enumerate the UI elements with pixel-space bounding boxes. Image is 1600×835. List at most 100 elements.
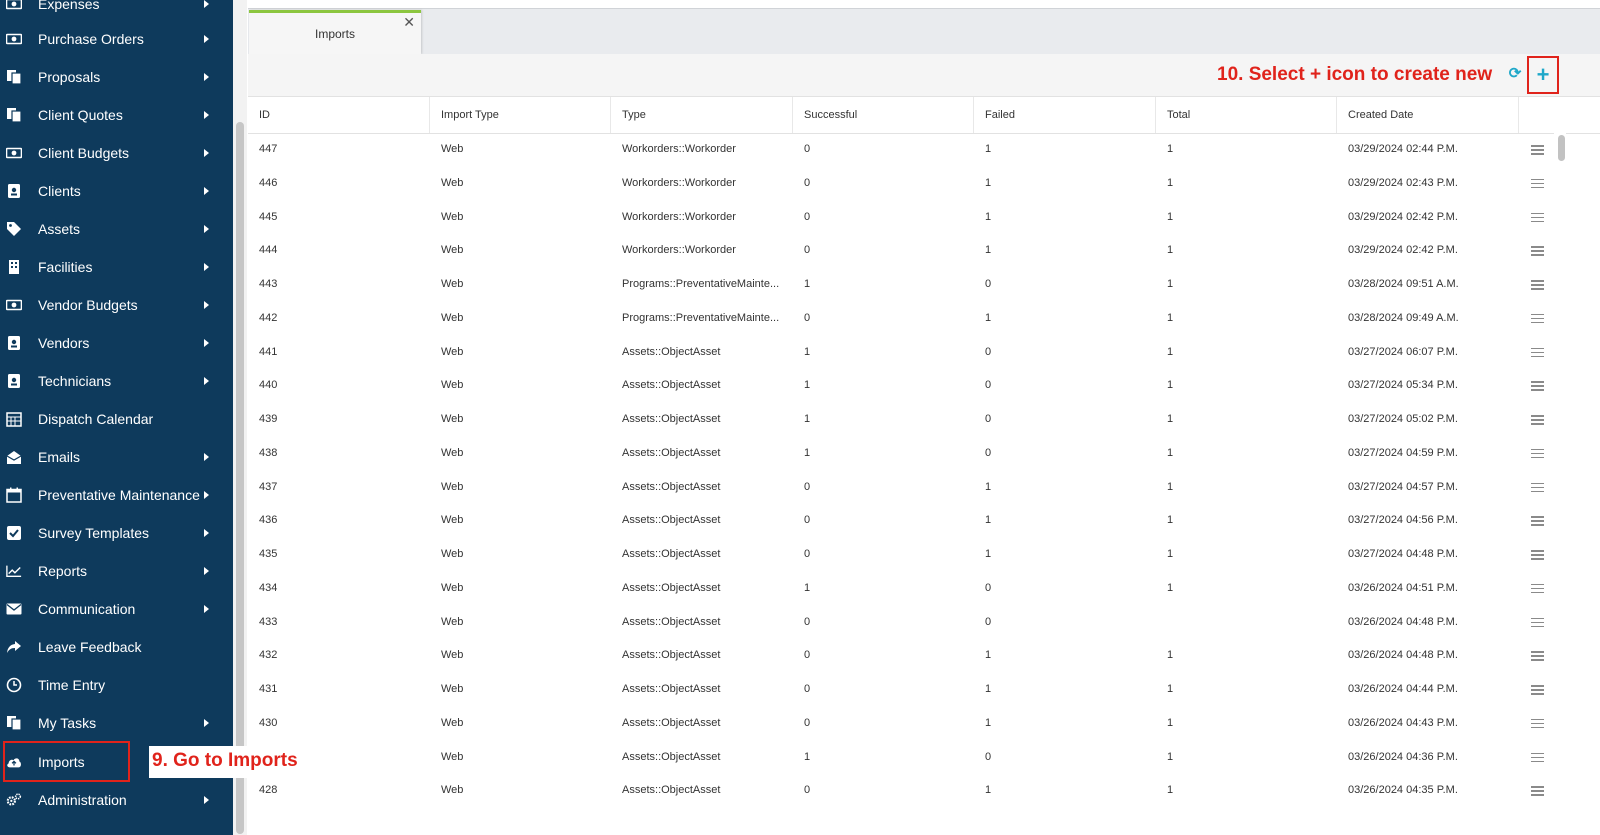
- sidebar-item-my-tasks[interactable]: My Tasks: [0, 704, 233, 742]
- refresh-icon[interactable]: ⟳: [1507, 66, 1523, 82]
- row-menu-icon[interactable]: [1531, 617, 1544, 627]
- row-menu-icon[interactable]: [1531, 448, 1544, 459]
- table-scrollbar[interactable]: [1554, 132, 1566, 835]
- row-menu-icon[interactable]: [1531, 347, 1544, 357]
- table-row[interactable]: 430 Web Assets::ObjectAsset 0 1 1 03/26/2024 0…: [248, 706, 1550, 740]
- table-row[interactable]: 437 Web Assets::ObjectAsset 0 1 1 03/27/2024 0…: [248, 470, 1550, 504]
- sidebar-item-communication[interactable]: Communication: [0, 590, 233, 628]
- sidebar-item-reports[interactable]: Reports: [0, 552, 233, 590]
- row-menu-icon[interactable]: [1531, 381, 1544, 391]
- cell-id: 438: [259, 446, 278, 459]
- row-menu-icon[interactable]: [1531, 212, 1544, 222]
- row-menu-icon[interactable]: [1531, 718, 1544, 729]
- sidebar-item-vendors[interactable]: Vendors: [0, 324, 233, 362]
- column-header-id[interactable]: ID: [248, 97, 430, 133]
- table-row[interactable]: 446 Web Workorders::Workorder 0 1 1 03/29/2024…: [248, 166, 1550, 200]
- cell-created-date: 03/28/2024 09:49 A.M.: [1348, 311, 1459, 324]
- cell-created-date: 03/27/2024 04:59 P.M.: [1348, 446, 1458, 459]
- table-row[interactable]: 436 Web Assets::ObjectAsset 0 1 1 03/27/2024 0…: [248, 503, 1550, 537]
- row-menu-icon[interactable]: [1531, 550, 1544, 560]
- cell-successful: 1: [804, 581, 811, 594]
- cell-import-type: Web: [441, 278, 464, 290]
- table-row[interactable]: 438 Web Assets::ObjectAsset 1 0 1 03/27/2024 0…: [248, 436, 1550, 470]
- table-row[interactable]: 432 Web Assets::ObjectAsset 0 1 1 03/26/2024 0…: [248, 638, 1550, 672]
- table-row[interactable]: 434 Web Assets::ObjectAsset 1 0 1 03/26/2024 0…: [248, 571, 1550, 605]
- cell-type: Assets::ObjectAsset: [622, 615, 721, 628]
- sidebar-item-time-entry[interactable]: Time Entry: [0, 666, 233, 704]
- row-menu-icon[interactable]: [1531, 145, 1544, 155]
- sidebar-item-assets[interactable]: Assets: [0, 210, 233, 248]
- sidebar-item-leave-feedback[interactable]: Leave Feedback: [0, 628, 233, 666]
- row-menu-icon[interactable]: [1531, 685, 1544, 695]
- cell-successful: 0: [804, 784, 811, 797]
- line-chart-icon: [6, 563, 22, 579]
- cell-created-date: 03/27/2024 06:07 P.M.: [1348, 345, 1458, 358]
- sidebar-item-preventative-maintenance[interactable]: Preventative Maintenance: [0, 476, 233, 514]
- table-row[interactable]: 428 Web Assets::ObjectAsset 0 1 1 03/26/2024 0…: [248, 773, 1550, 807]
- row-menu-icon[interactable]: [1531, 415, 1544, 425]
- table-scrollbar-thumb[interactable]: [1558, 135, 1565, 161]
- table-row[interactable]: 442 Web Programs::PreventativeMainte... 0 1 1…: [248, 301, 1550, 335]
- cell-import-type: Web: [441, 446, 464, 459]
- row-menu-icon[interactable]: [1531, 786, 1544, 796]
- cell-import-type: Web: [441, 649, 464, 662]
- money-icon: [6, 297, 22, 313]
- sidebar-item-emails[interactable]: Emails: [0, 438, 233, 476]
- caret-right-icon: [204, 149, 209, 157]
- tab-imports[interactable]: Imports ✕: [249, 10, 421, 54]
- sidebar-item-vendor-budgets[interactable]: Vendor Budgets: [0, 286, 233, 324]
- table-row[interactable]: 433 Web Assets::ObjectAsset 0 0 03/26/2024 04…: [248, 605, 1550, 639]
- sidebar-item-administration[interactable]: Administration: [0, 781, 233, 819]
- sidebar-item-label: Vendor Budgets: [38, 297, 138, 313]
- sidebar-item-technicians[interactable]: Technicians: [0, 362, 233, 400]
- column-header-failed[interactable]: Failed: [974, 97, 1156, 133]
- row-menu-icon[interactable]: [1531, 313, 1544, 324]
- sidebar-item-label: Leave Feedback: [38, 639, 142, 655]
- sidebar-item-purchase-orders[interactable]: Purchase Orders: [0, 20, 233, 58]
- table-row[interactable]: 440 Web Assets::ObjectAsset 1 0 1 03/27/2024 0…: [248, 368, 1550, 402]
- sidebar-item-client-budgets[interactable]: Client Budgets: [0, 134, 233, 172]
- table-row[interactable]: 445 Web Workorders::Workorder 0 1 1 03/29/2024…: [248, 200, 1550, 234]
- sidebar-item-proposals[interactable]: Proposals: [0, 58, 233, 96]
- table-row[interactable]: 444 Web Workorders::Workorder 0 1 1 03/29/2024…: [248, 233, 1550, 267]
- sidebar-item-dispatch-calendar[interactable]: Dispatch Calendar: [0, 400, 233, 438]
- cell-created-date: 03/26/2024 04:36 P.M.: [1348, 750, 1458, 763]
- row-menu-icon[interactable]: [1531, 178, 1544, 189]
- table-row[interactable]: 447 Web Workorders::Workorder 0 1 1 03/29/2024…: [248, 132, 1550, 166]
- sidebar-scrollbar-thumb[interactable]: [236, 122, 244, 834]
- column-header-import-type[interactable]: Import Type: [430, 97, 611, 133]
- cell-total: 1: [1167, 716, 1174, 729]
- cell-id: 441: [259, 345, 278, 358]
- cell-id: 428: [259, 784, 278, 797]
- column-header-successful[interactable]: Successful: [793, 97, 974, 133]
- cell-successful: 0: [804, 683, 811, 695]
- row-menu-icon[interactable]: [1531, 583, 1544, 594]
- sidebar-item-survey-templates[interactable]: Survey Templates: [0, 514, 233, 552]
- table-row[interactable]: 435 Web Assets::ObjectAsset 0 1 1 03/27/2024 0…: [248, 537, 1550, 571]
- row-menu-icon[interactable]: [1531, 752, 1544, 762]
- sidebar-item-facilities[interactable]: Facilities: [0, 248, 233, 286]
- column-header-created-date[interactable]: Created Date: [1337, 97, 1519, 133]
- row-menu-icon[interactable]: [1531, 280, 1544, 290]
- column-header-total[interactable]: Total: [1156, 97, 1337, 133]
- row-menu-icon[interactable]: [1531, 246, 1544, 256]
- cell-type: Assets::ObjectAsset: [622, 345, 721, 358]
- column-header-type[interactable]: Type: [611, 97, 793, 133]
- row-menu-icon[interactable]: [1531, 516, 1544, 526]
- row-menu-icon[interactable]: [1531, 482, 1544, 492]
- cell-created-date: 03/28/2024 09:51 A.M.: [1348, 278, 1459, 290]
- cell-created-date: 03/26/2024 04:44 P.M.: [1348, 683, 1458, 695]
- table-row[interactable]: 443 Web Programs::PreventativeMainte... 1 0 1…: [248, 267, 1550, 301]
- row-menu-icon[interactable]: [1531, 651, 1544, 661]
- cell-type: Assets::ObjectAsset: [622, 446, 721, 459]
- sidebar-item-client-quotes[interactable]: Client Quotes: [0, 96, 233, 134]
- table-row[interactable]: Web Assets::ObjectAsset 1 0 1 03/26/2024 04:3…: [248, 740, 1550, 774]
- cell-failed: 1: [985, 176, 992, 189]
- cell-created-date: 03/26/2024 04:35 P.M.: [1348, 784, 1458, 797]
- cell-total: 1: [1167, 750, 1174, 763]
- table-row[interactable]: 441 Web Assets::ObjectAsset 1 0 1 03/27/2024 0…: [248, 335, 1550, 369]
- table-row[interactable]: 431 Web Assets::ObjectAsset 0 1 1 03/26/2024 0…: [248, 672, 1550, 706]
- table-row[interactable]: 439 Web Assets::ObjectAsset 1 0 1 03/27/2024 0…: [248, 402, 1550, 436]
- sidebar-item-clients[interactable]: Clients: [0, 172, 233, 210]
- close-icon[interactable]: ✕: [403, 14, 415, 31]
